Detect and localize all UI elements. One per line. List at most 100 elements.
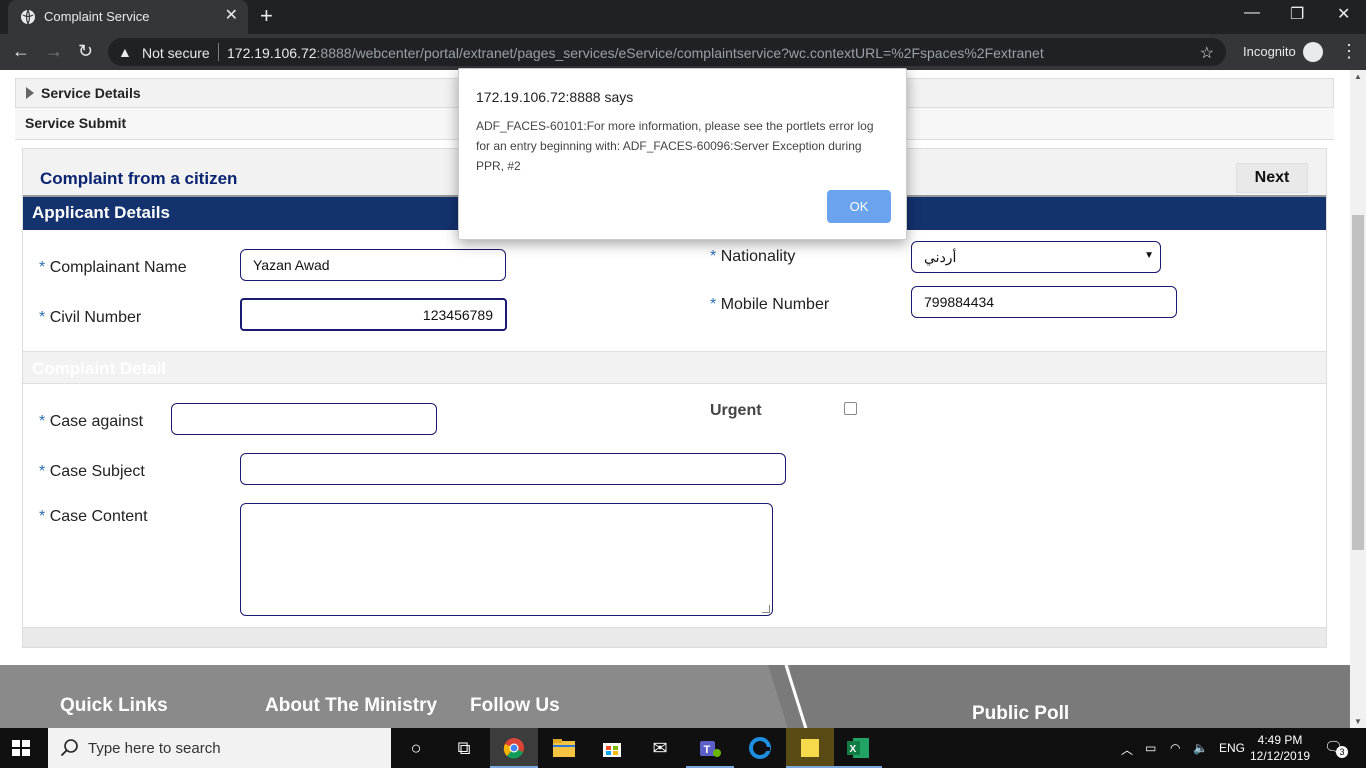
file-explorer-icon[interactable] [540,728,588,768]
clock-date: 12/12/2019 [1250,749,1311,763]
chrome-icon[interactable] [490,728,538,768]
url-text[interactable]: 172.19.106.72:8888/webcenter/portal/extr… [227,45,1044,61]
browser-tab-strip: Complaint Service ✕ + — ❐ ✕ [0,0,1366,34]
cortana-icon[interactable]: ○ [392,728,440,768]
footer-quick-links[interactable]: Quick Links [60,695,168,717]
required-mark: * [39,463,46,480]
case-subject-input[interactable] [240,453,786,485]
minimize-icon[interactable]: — [1244,4,1260,22]
required-mark: * [39,309,46,326]
service-details-label: Service Details [41,85,141,101]
case-content-textarea[interactable] [240,503,773,616]
case-against-label: * Case against [39,413,144,430]
mobile-number-label: * Mobile Number [710,296,830,313]
menu-kebab-icon[interactable]: ⋮ [1340,41,1358,62]
dropdown-arrow-icon[interactable]: ▼ [1144,250,1154,261]
globe-icon [21,9,35,25]
urgent-label: Urgent [710,402,762,419]
wifi-icon[interactable]: ◠ [1170,741,1180,755]
case-subject-label: * Case Subject [39,463,145,480]
restore-icon[interactable]: ❐ [1290,4,1304,24]
footer-public-poll[interactable]: Public Poll [972,703,1069,725]
required-mark: * [39,413,46,430]
required-mark: * [710,248,717,265]
complainant-name-input[interactable]: Yazan Awad [240,249,506,281]
resize-grip-icon[interactable] [762,605,770,613]
taskbar-search-box[interactable]: Type here to search [48,728,391,768]
close-tab-icon[interactable]: ✕ [225,7,238,25]
case-content-label: * Case Content [39,508,148,525]
back-icon[interactable]: ← [12,41,30,61]
nationality-label: * Nationality [710,248,796,265]
scroll-thumb[interactable] [1352,215,1364,550]
nationality-select[interactable]: أردني ▼ [911,241,1161,273]
applicant-details-label: Applicant Details [32,203,170,222]
language-indicator[interactable]: ENG [1219,741,1245,755]
scroll-up-icon[interactable]: ▲ [1354,72,1362,81]
url-path: :8888/webcenter/portal/extranet/pages_se… [316,45,1044,61]
complainant-name-label: * Complainant Name [39,259,187,276]
browser-tab[interactable]: Complaint Service ✕ [8,0,248,34]
store-icon[interactable] [588,728,636,768]
required-mark: * [39,259,46,276]
battery-icon[interactable]: ▭ [1145,741,1156,755]
required-mark: * [39,508,46,525]
windows-start-icon[interactable] [12,740,30,756]
footer-about-ministry[interactable]: About The Ministry [265,695,437,717]
site-footer: Quick Links About The Ministry Follow Us… [0,665,1350,728]
tab-title: Complaint Service [44,9,150,24]
page-scrollbar[interactable]: ▲ ▼ [1350,70,1366,728]
case-against-input[interactable] [171,403,437,435]
civil-number-input[interactable]: 123456789 [240,298,507,331]
mail-icon[interactable]: ✉ [636,728,684,768]
taskbar-clock[interactable]: 4:49 PM 12/12/2019 [1250,732,1310,764]
alert-dialog: 172.19.106.72:8888 says ADF_FACES-60101:… [458,68,907,240]
urgent-checkbox[interactable] [844,402,857,415]
url-host: 172.19.106.72 [227,45,317,61]
close-window-icon[interactable]: ✕ [1337,4,1350,24]
address-bar[interactable]: ▲ Not secure 172.19.106.72:8888/webcente… [108,38,1226,66]
reload-icon[interactable]: ↻ [78,41,93,61]
incognito-icon[interactable] [1303,42,1323,62]
incognito-label: Incognito [1243,44,1296,59]
footer-right-block [790,665,1350,728]
windows-taskbar: Type here to search ○ ⧉ ✉ T X ︿ ▭ ◠ 🔈 EN… [0,728,1366,768]
sticky-notes-icon[interactable] [786,728,834,768]
complaint-detail-header: Complaint Detail [23,351,1326,384]
warning-icon[interactable]: ▲ [118,44,132,60]
divider [218,43,219,61]
task-view-icon[interactable]: ⧉ [440,728,488,768]
excel-icon[interactable]: X [834,728,882,768]
search-icon [60,739,78,757]
civil-number-label: * Civil Number [39,309,142,326]
svg-text:T: T [704,744,711,756]
ok-button[interactable]: OK [827,190,891,223]
scroll-down-icon[interactable]: ▼ [1354,717,1362,726]
panel-footer [23,627,1326,647]
notification-count-badge: 3 [1336,746,1348,758]
svg-text:X: X [850,744,857,755]
taskbar-search-placeholder: Type here to search [88,740,221,757]
dialog-message: ADF_FACES-60101:For more information, pl… [476,119,874,173]
teams-icon[interactable]: T [686,728,734,768]
volume-icon[interactable]: 🔈 [1193,741,1208,755]
tray-chevron-icon[interactable]: ︿ [1121,741,1133,758]
footer-divider [768,665,808,728]
clock-time: 4:49 PM [1257,733,1303,747]
dialog-title: 172.19.106.72:8888 says [476,89,634,105]
footer-follow-us[interactable]: Follow Us [470,695,560,717]
next-button[interactable]: Next [1236,163,1308,193]
nationality-value: أردني [924,249,957,265]
expand-triangle-icon[interactable] [26,87,34,99]
service-submit-label: Service Submit [25,115,127,131]
browser-toolbar: ← → ↻ ▲ Not secure 172.19.106.72:8888/we… [0,34,1366,70]
new-tab-icon[interactable]: + [260,4,273,28]
bookmark-star-icon[interactable]: ☆ [1200,43,1214,63]
forward-icon[interactable]: → [45,41,63,61]
form-title: Complaint from a citizen [40,169,238,188]
complaint-detail-label: Complaint Detail [32,359,167,378]
required-mark: * [710,296,717,313]
security-label[interactable]: Not secure [142,45,210,61]
mobile-number-input[interactable]: 799884434 [911,286,1177,318]
edge-icon[interactable] [736,728,784,768]
